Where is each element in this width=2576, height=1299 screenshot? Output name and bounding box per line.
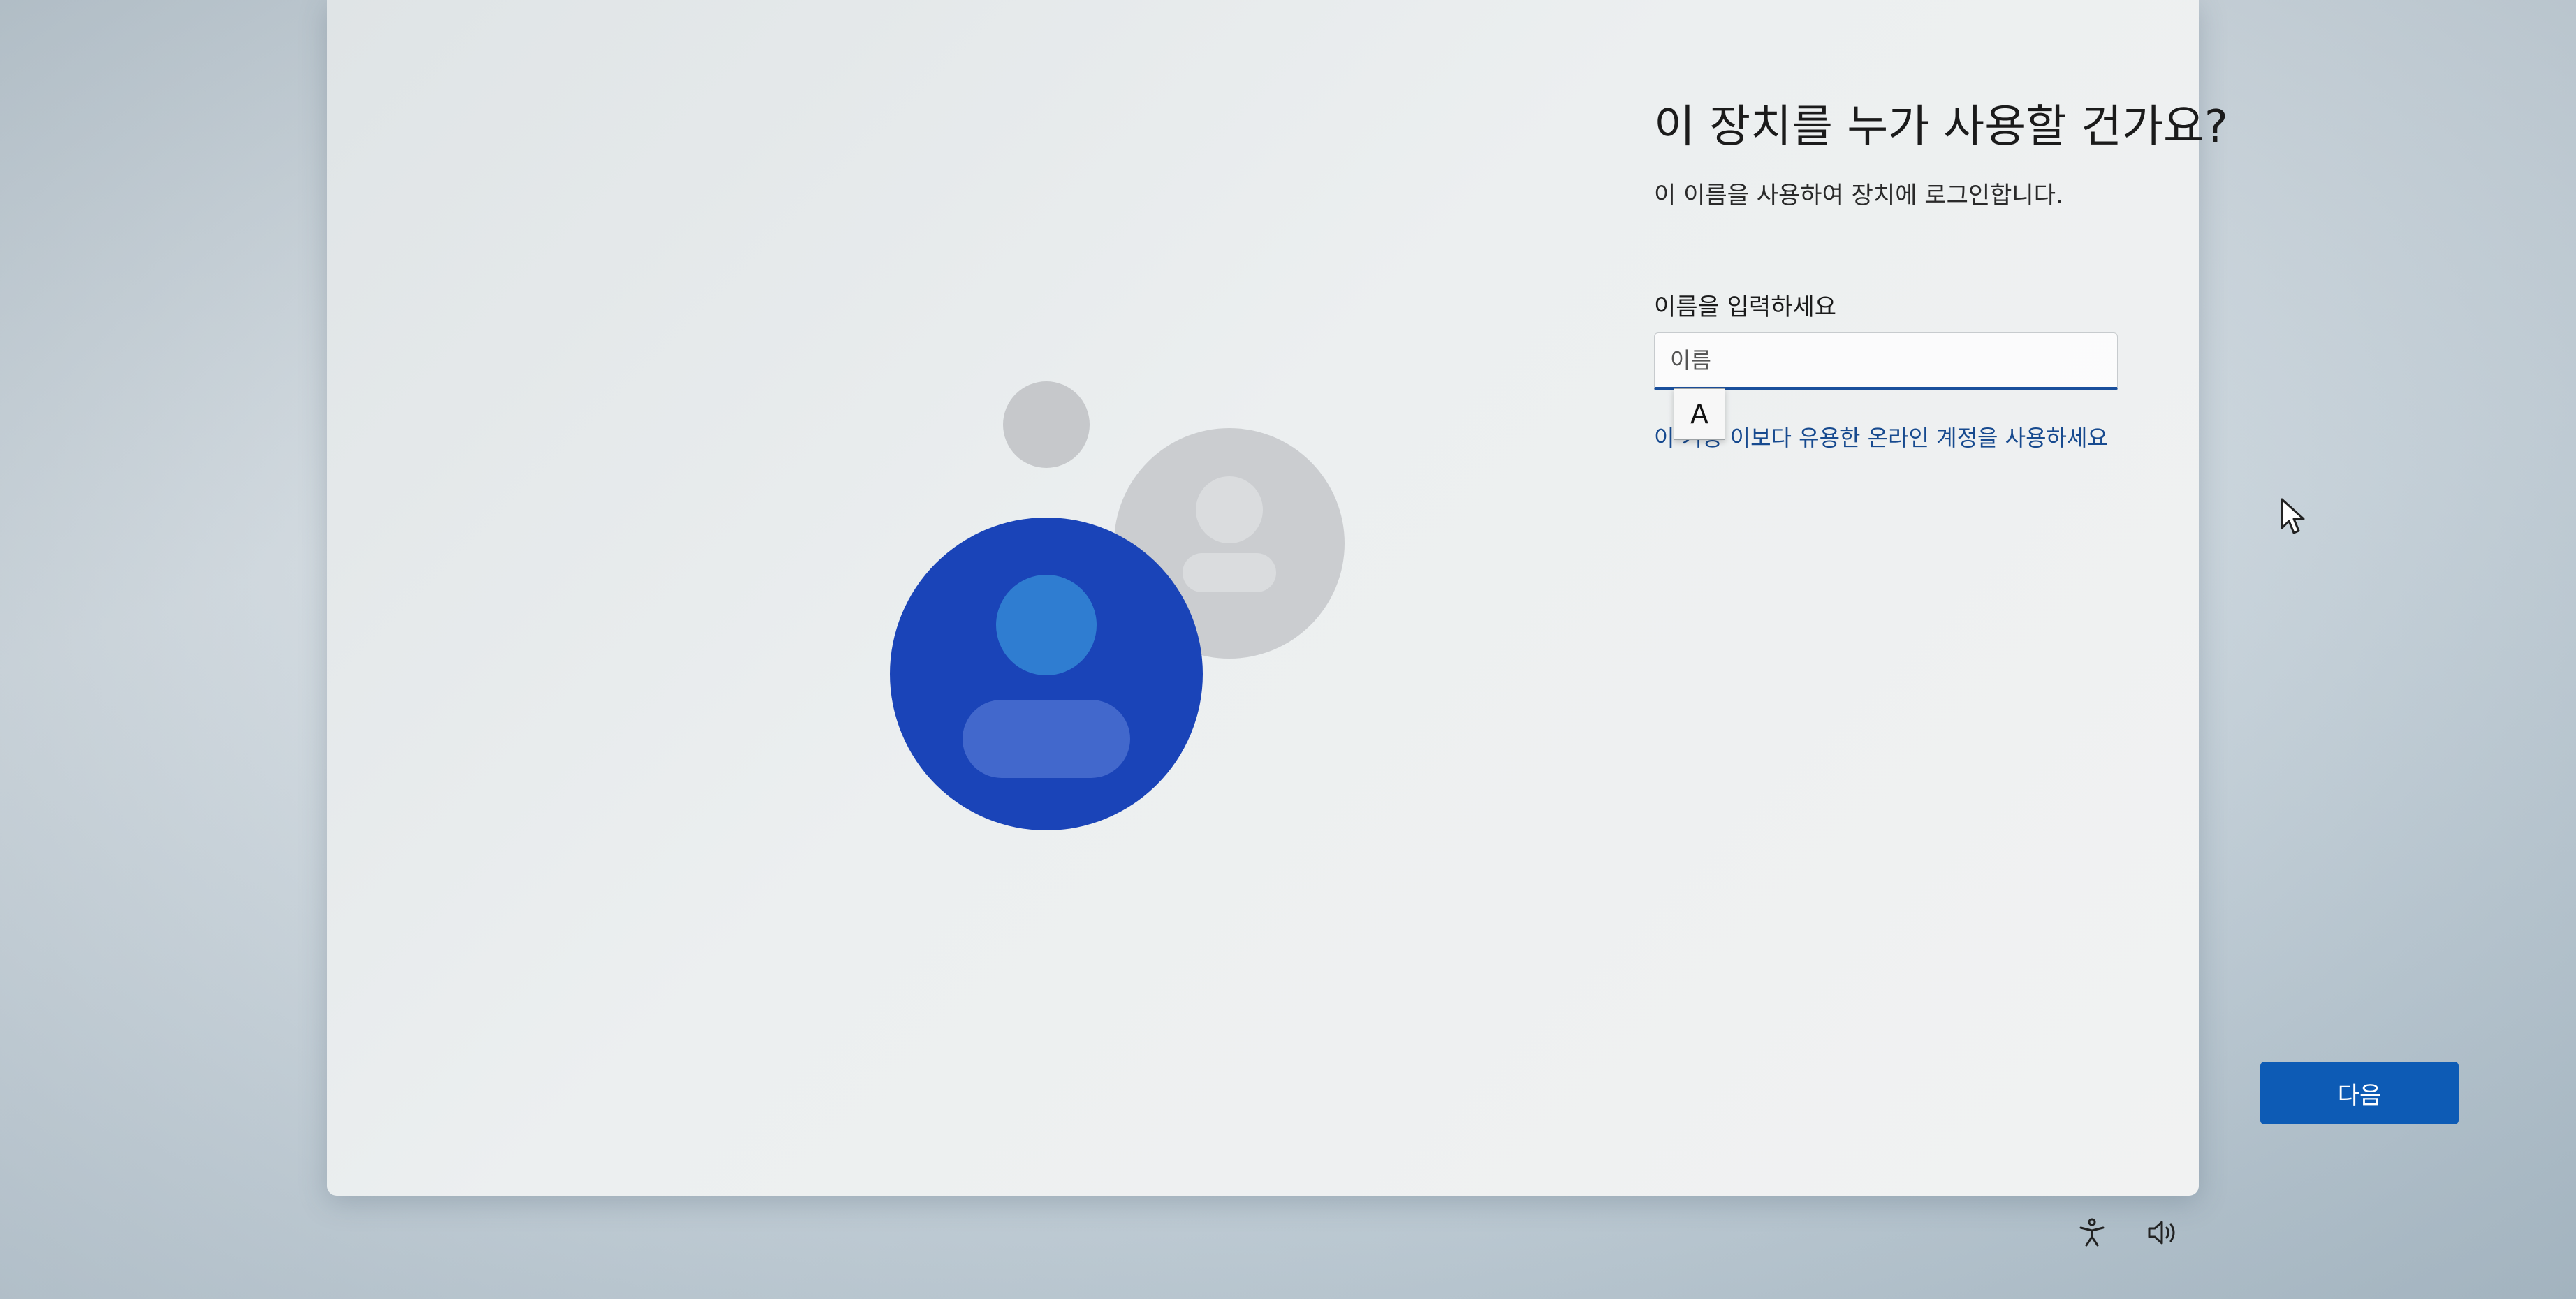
accessibility-icon[interactable] (2073, 1214, 2111, 1252)
mouse-pointer-icon (2281, 498, 2305, 534)
blue-avatar (890, 518, 1203, 830)
name-field-label: 이름을 입력하세요 (1654, 293, 1837, 321)
accessibility-icon-glyph (2079, 1218, 2105, 1247)
user-avatars-illustration (890, 381, 1345, 830)
page-subtitle: 이 이름을 사용하여 장치에 로그인합니다. (1654, 182, 2063, 210)
setup-dialog: 이 장치를 누가 사용할 건가요? 이 이름을 사용하여 장치에 로그인합니다.… (327, 0, 2459, 1196)
volume-icon-glyph (2148, 1221, 2175, 1245)
page-title: 이 장치를 누가 사용할 건가요? (1654, 101, 2228, 153)
next-button[interactable]: 다음 (2260, 1062, 2459, 1124)
small-avatar-dot (1003, 381, 1090, 468)
ime-mode-indicator: A (1674, 388, 1725, 440)
name-input[interactable] (1654, 332, 2118, 390)
volume-icon[interactable] (2144, 1214, 2182, 1252)
